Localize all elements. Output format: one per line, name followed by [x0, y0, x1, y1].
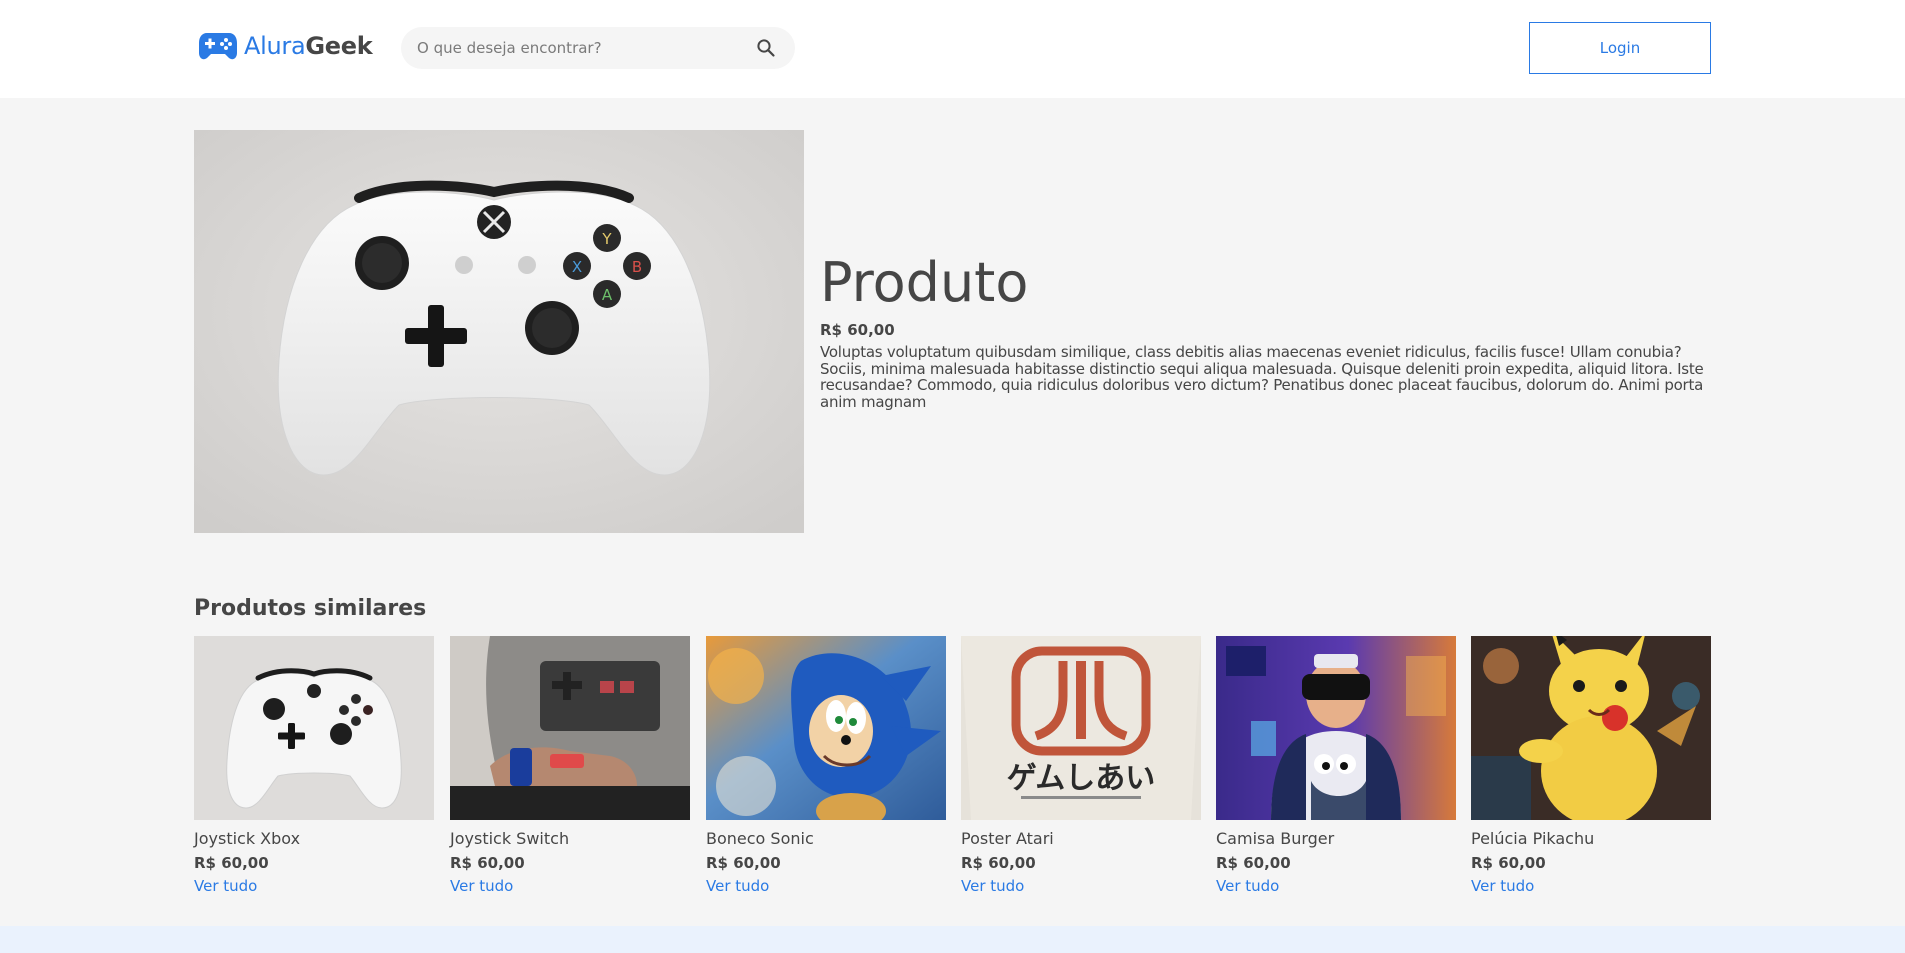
product-card-price: R$ 60,00: [450, 854, 525, 872]
site-header: AluraGeek Login: [0, 0, 1905, 98]
product-thumbnail: [450, 636, 690, 820]
product-card-name: Poster Atari: [961, 829, 1054, 848]
product-thumbnail: ゲムしあい: [961, 636, 1201, 820]
search-bar: [401, 27, 795, 69]
svg-text:B: B: [632, 258, 642, 276]
product-card-price: R$ 60,00: [961, 854, 1036, 872]
product-card-name: Joystick Xbox: [194, 829, 301, 848]
product-image: Y B X A: [194, 130, 804, 533]
product-card: Pelúcia Pikachu R$ 60,00 Ver tudo: [1471, 636, 1711, 896]
logo-text-alura: Alura: [244, 32, 306, 60]
product-thumbnail: [706, 636, 946, 820]
view-all-link[interactable]: Ver tudo: [1471, 876, 1534, 896]
svg-text:ゲムしあい: ゲムしあい: [1007, 761, 1156, 796]
product-card: Joystick Xbox R$ 60,00 Ver tudo: [194, 636, 434, 896]
view-all-link[interactable]: Ver tudo: [194, 876, 257, 896]
view-all-link[interactable]: Ver tudo: [961, 876, 1024, 896]
product-card: ゲムしあい Poster Atari R$ 60,00 Ver tudo: [961, 636, 1201, 896]
product-price: R$ 60,00: [820, 321, 895, 339]
logo-text-geek: Geek: [305, 32, 373, 60]
product-card-name: Camisa Burger: [1216, 829, 1335, 848]
svg-text:A: A: [602, 286, 613, 304]
product-card-price: R$ 60,00: [1216, 854, 1291, 872]
view-all-link[interactable]: Ver tudo: [706, 876, 769, 896]
product-card: Camisa Burger R$ 60,00 Ver tudo: [1216, 636, 1456, 896]
product-card-price: R$ 60,00: [706, 854, 781, 872]
product-card-name: Joystick Switch: [450, 829, 570, 848]
product-card-price: R$ 60,00: [194, 854, 269, 872]
product-thumbnail: [1216, 636, 1456, 820]
product-thumbnail: [1471, 636, 1711, 820]
product-thumbnail: [194, 636, 434, 820]
product-card: Boneco Sonic R$ 60,00 Ver tudo: [706, 636, 946, 896]
svg-text:Y: Y: [601, 230, 612, 248]
similar-products-title: Produtos similares: [194, 596, 427, 621]
product-card-name: Boneco Sonic: [706, 829, 814, 848]
product-card: Joystick Switch R$ 60,00 Ver tudo: [450, 636, 690, 896]
logo-text: AluraGeek: [244, 30, 373, 62]
logo[interactable]: AluraGeek: [198, 30, 373, 62]
search-icon[interactable]: [756, 38, 776, 58]
product-card-price: R$ 60,00: [1471, 854, 1546, 872]
product-description: Voluptas voluptatum quibusdam similique,…: [820, 343, 1704, 411]
product-card-name: Pelúcia Pikachu: [1471, 829, 1595, 848]
view-all-link[interactable]: Ver tudo: [1216, 876, 1279, 896]
view-all-link[interactable]: Ver tudo: [450, 876, 513, 896]
login-button[interactable]: Login: [1529, 22, 1711, 74]
footer: [0, 926, 1905, 953]
svg-text:X: X: [572, 258, 582, 276]
product-title: Produto: [820, 251, 1029, 314]
search-input[interactable]: [417, 27, 747, 69]
gamepad-icon: [198, 31, 238, 61]
